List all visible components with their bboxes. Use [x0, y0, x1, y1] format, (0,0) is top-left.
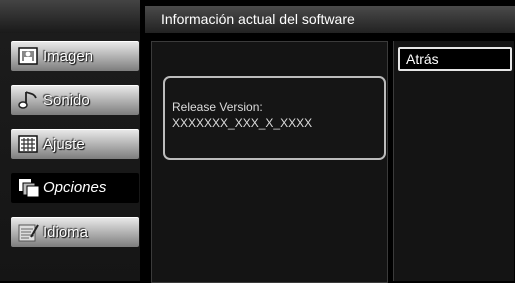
sidebar-item-label: Imagen: [43, 48, 94, 65]
music-note-icon: [18, 91, 38, 109]
sidebar-item-ajuste[interactable]: Ajuste: [11, 129, 139, 159]
title-bar: Información actual del software: [145, 6, 515, 33]
sidebar-item-label: Ajuste: [43, 136, 85, 153]
grid-icon: [18, 135, 38, 153]
sidebar-item-idioma[interactable]: Idioma: [11, 217, 139, 247]
sidebar: Imagen Sonido Ajuste Opciones Idioma: [0, 0, 146, 281]
sidebar-header: [0, 0, 140, 33]
page-title: Información actual del software: [161, 11, 355, 27]
release-version-value: XXXXXXX_XXX_X_XXXX: [172, 116, 313, 130]
release-version-box: Release Version: XXXXXXX_XXX_X_XXXX: [163, 76, 386, 160]
options-icon: [18, 178, 40, 198]
language-icon: [18, 223, 39, 242]
sidebar-item-opciones[interactable]: Opciones: [11, 173, 139, 203]
sidebar-item-imagen[interactable]: Imagen: [11, 41, 139, 71]
back-button[interactable]: Atrás: [398, 47, 512, 71]
back-button-label: Atrás: [406, 51, 439, 67]
tv-menu-screen: Imagen Sonido Ajuste Opciones Idioma Inf…: [0, 0, 515, 283]
content-area: Release Version: XXXXXXX_XXX_X_XXXX Atrá…: [146, 35, 514, 283]
release-version-label: Release Version:: [172, 100, 263, 114]
sidebar-item-label: Opciones: [43, 179, 107, 196]
action-panel: Atrás: [393, 41, 514, 281]
picture-icon: [18, 47, 38, 65]
sidebar-item-sonido[interactable]: Sonido: [11, 85, 139, 115]
sidebar-item-label: Idioma: [43, 224, 89, 241]
software-info-panel: Release Version: XXXXXXX_XXX_X_XXXX: [151, 41, 388, 283]
sidebar-item-label: Sonido: [43, 92, 90, 109]
